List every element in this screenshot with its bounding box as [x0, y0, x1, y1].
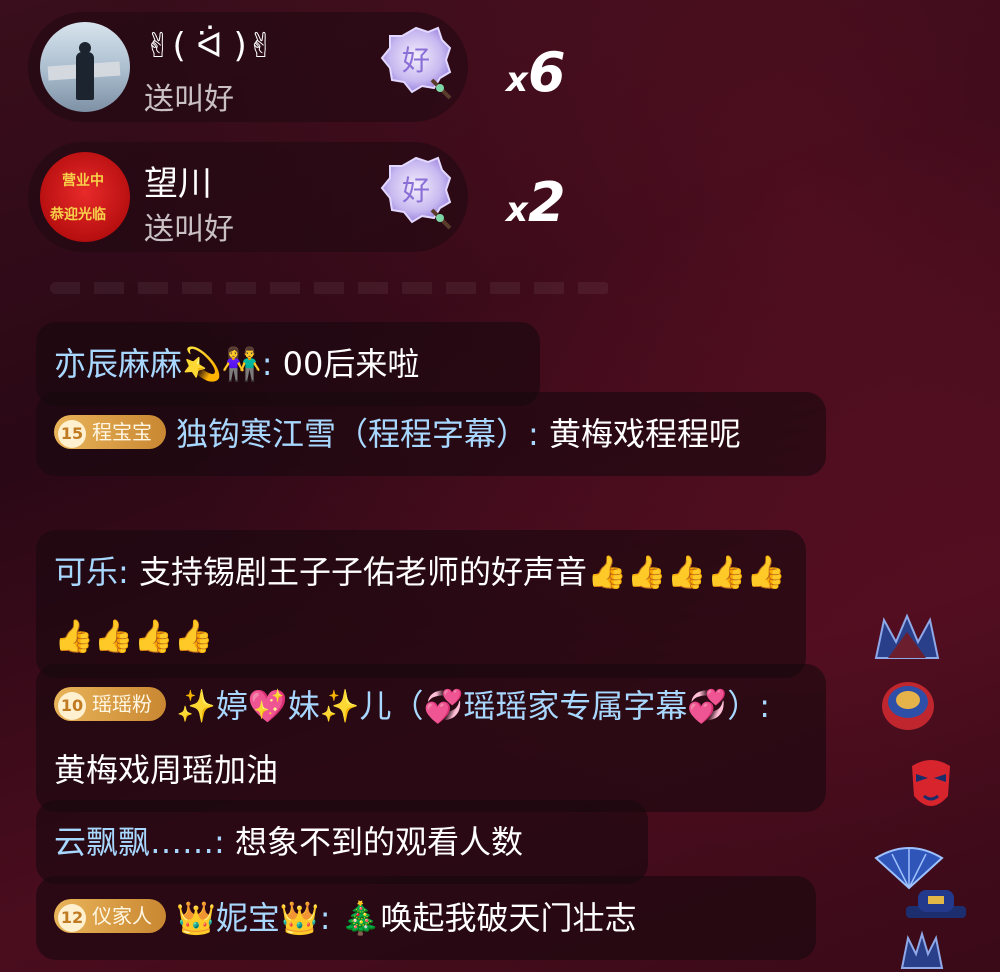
avatar-text: 营业中 — [62, 173, 104, 189]
fan-badge[interactable]: 15 程宝宝 — [54, 415, 166, 449]
opera-drum-icon[interactable] — [878, 678, 938, 734]
avatar-figure — [76, 42, 94, 100]
fan-badge-name: 瑶瑶粉 — [92, 692, 152, 716]
chat-username[interactable]: 亦辰麻麻💫👫 — [54, 345, 262, 383]
chat-username[interactable]: 👑妮宝👑 — [176, 899, 320, 937]
chat-text: 00后来啦 — [282, 345, 420, 383]
svg-text:好: 好 — [402, 174, 430, 207]
gift-sender-name[interactable]: ✌( ᐛ )✌ — [144, 26, 275, 66]
chat-text: 想象不到的观看人数 — [234, 823, 523, 861]
gift-sender-name[interactable]: 望川 — [144, 156, 212, 205]
chat-message[interactable]: 10 瑶瑶粉 ✨婷💖妹✨儿（💞瑶瑶家专属字幕💞）: 黄梅戏周瑶加油 — [36, 664, 826, 812]
gift-action-text: 送叫好 — [144, 212, 234, 247]
fan-badge-level: 10 — [58, 691, 86, 720]
chat-separator: : — [214, 823, 235, 861]
chat-username[interactable]: ✨婷💖妹✨儿（💞瑶瑶家专属字幕💞） — [176, 687, 759, 725]
chat-separator: : — [261, 345, 283, 383]
chat-separator: : — [759, 687, 771, 725]
svg-text:好: 好 — [402, 44, 430, 77]
fan-badge[interactable]: 12 仪家人 — [54, 899, 166, 933]
avatar[interactable]: 营业中 恭迎光临 — [40, 152, 130, 242]
fan-badge-name: 程宝宝 — [92, 420, 152, 444]
gift-count: x2 — [506, 171, 566, 234]
fan-badge-name: 仪家人 — [92, 904, 152, 928]
fan-badge-level: 15 — [58, 419, 86, 448]
applause-fan-gift-icon: 好 — [380, 156, 452, 230]
crown-mask-icon[interactable] — [872, 612, 942, 662]
chat-separator: : — [118, 553, 139, 591]
chat-username[interactable]: 可乐 — [54, 553, 118, 591]
official-hat-icon[interactable] — [902, 884, 970, 924]
chat-text: 黄梅戏周瑶加油 — [54, 751, 279, 789]
chat-message[interactable]: 可乐: 支持锡剧王子子佑老师的好声音👍👍👍👍👍👍👍👍👍 — [36, 530, 806, 678]
fan-badge-level: 12 — [58, 903, 86, 932]
chat-text: 支持锡剧王子子佑老师的好声音👍👍👍👍👍👍👍👍👍 — [54, 553, 787, 655]
chat-username[interactable]: 独钩寒江雪（程程字幕） — [176, 415, 528, 453]
faded-message — [50, 282, 610, 294]
gift-count: x6 — [506, 41, 566, 104]
gift-notification: ✌( ᐛ )✌ 送叫好 好 x6 — [28, 12, 566, 122]
crown-mask-icon[interactable] — [900, 930, 944, 970]
chat-message[interactable]: 12 仪家人 👑妮宝👑: 🎄唤起我破天门壮志 — [36, 876, 816, 960]
chat-username[interactable]: 云飘飘…… — [54, 823, 214, 861]
opera-mask-icon[interactable] — [906, 756, 956, 814]
gift-notification: 营业中 恭迎光临 望川 送叫好 好 x2 — [28, 142, 566, 252]
chat-message[interactable]: 15 程宝宝 独钩寒江雪（程程字幕）: 黄梅戏程程呢 — [36, 392, 826, 476]
chat-text: 黄梅戏程程呢 — [548, 415, 741, 453]
applause-fan-gift-icon: 好 — [380, 26, 452, 100]
chat-separator: : — [528, 415, 549, 453]
gift-action-text: 送叫好 — [144, 82, 234, 117]
avatar[interactable] — [40, 22, 130, 112]
avatar-text: 恭迎光临 — [50, 207, 106, 223]
chat-text: 🎄唤起我破天门壮志 — [340, 899, 637, 937]
chat-message[interactable]: 云飘飘……: 想象不到的观看人数 — [36, 800, 648, 884]
fan-badge[interactable]: 10 瑶瑶粉 — [54, 687, 166, 721]
chat-separator: : — [319, 899, 341, 937]
